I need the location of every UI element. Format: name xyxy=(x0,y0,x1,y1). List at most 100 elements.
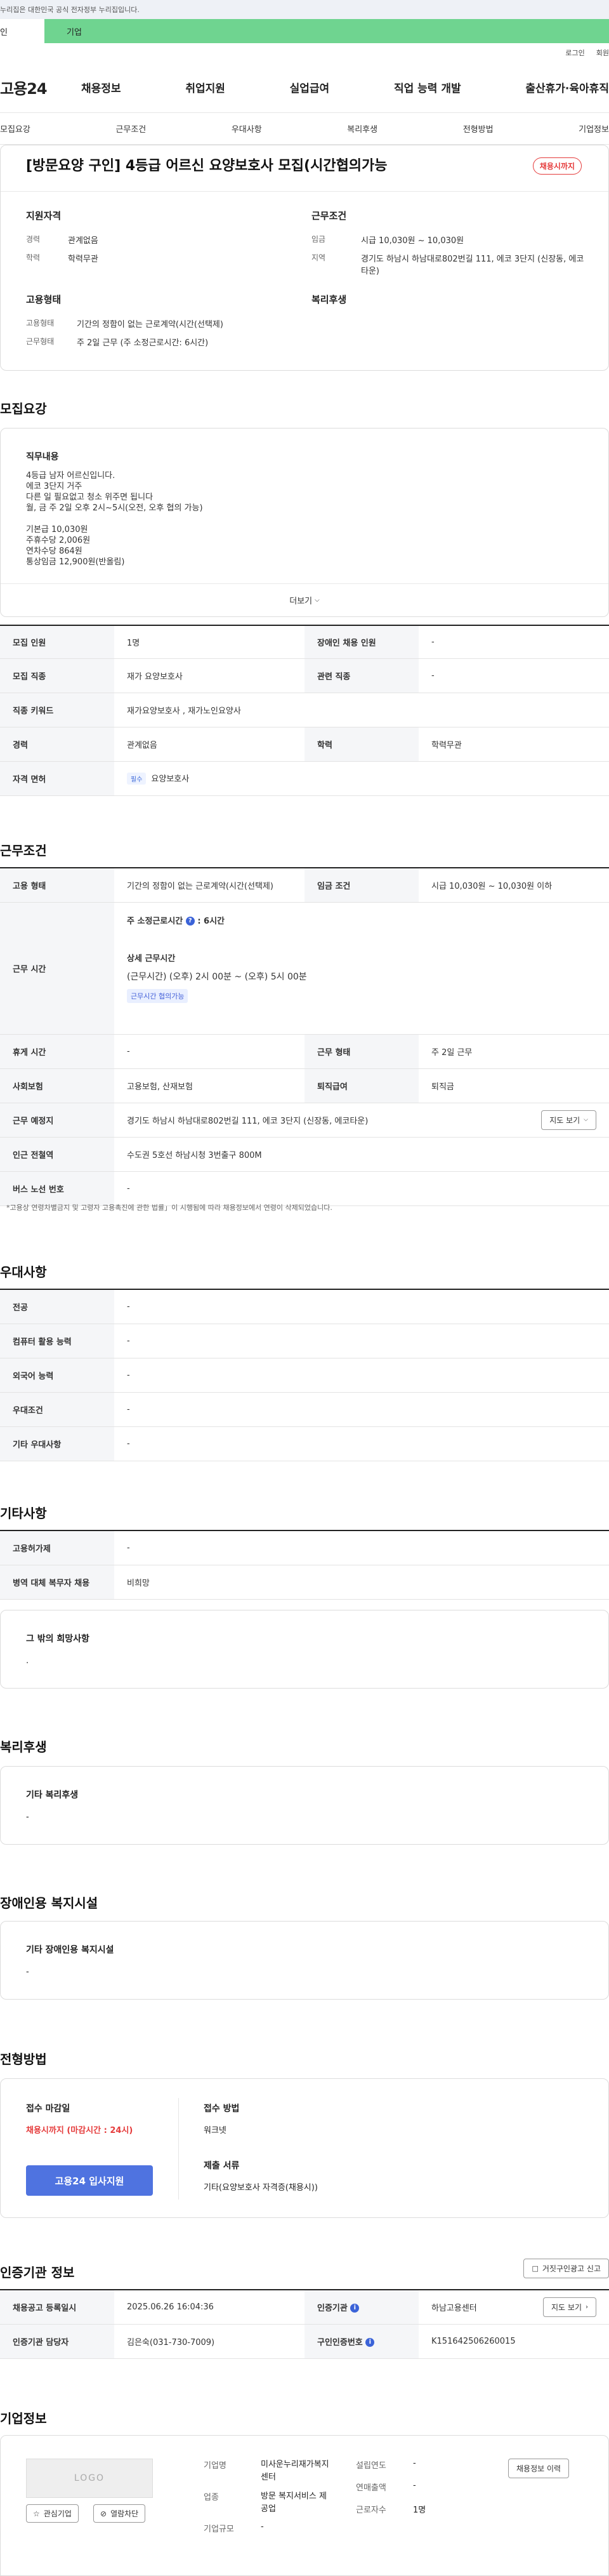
gnb-menu-jobs[interactable]: 채용정보 xyxy=(81,79,121,95)
duty-line: 연차수당 864원 xyxy=(26,547,82,556)
gnb-menu-employment-support[interactable]: 취업지원 xyxy=(185,79,225,95)
login-link[interactable]: 로그인 xyxy=(565,48,584,58)
table-value: - xyxy=(419,658,609,693)
table-label: 버스 노선 번호 xyxy=(0,1171,114,1206)
duty-line: 월, 금 주 2일 오후 2시~5시(오전, 오후 협의 가능) xyxy=(26,503,203,513)
info-icon[interactable]: i xyxy=(350,2304,360,2313)
global-nav: 고용24 채용정보 취업지원 실업급여 직업 능력 개발 출산휴가·육아휴직 xyxy=(0,62,609,113)
welfare-section-heading: 복리후생 xyxy=(0,1739,47,1755)
block-company-button[interactable]: ⊘ 열람차단 xyxy=(93,2504,146,2523)
table-value: 2025.06.26 16:04:36 xyxy=(114,2290,304,2325)
duty-body: 4등급 남자 어르신입니다. 에코 3단지 거주 다른 일 필요없고 청소 위주… xyxy=(26,470,203,568)
company-logo-placeholder: LOGO xyxy=(26,2459,153,2498)
agency-cell: 하남고용센터 지도 보기 › xyxy=(419,2290,609,2325)
favorite-label: 관심기업 xyxy=(43,2509,72,2518)
job-summary-card: [방문요양 구인] 4등급 어르신 요양보호사 모집(시간협의가능 채용시까지 … xyxy=(0,145,609,371)
docs-label: 제출 서류 xyxy=(204,2161,240,2171)
tab-individual[interactable]: 인 xyxy=(0,19,44,43)
company-heading: 기업정보 xyxy=(0,2411,47,2426)
disabled-card: 기타 장애인용 복지시설 - xyxy=(0,1921,609,2000)
more-button[interactable]: 더보기 ⌵ xyxy=(1,583,608,616)
gnb-menu-parental-leave[interactable]: 출산휴가·육아휴직 xyxy=(525,79,609,95)
table-label: 우대조건 xyxy=(0,1392,114,1427)
cert-no-label: 구인인증번호 xyxy=(317,2337,363,2347)
qualification-heading: 지원자격 xyxy=(26,210,62,222)
pref-table: 전공 - 컴퓨터 활용 능력 - 외국어 능력 - 우대조건 - 기타 우대사항 - xyxy=(0,1289,609,1461)
star-icon: ☆ xyxy=(33,2509,40,2518)
apply-button[interactable]: 고용24 입사지원 xyxy=(26,2165,153,2196)
welfare-heading: 복리후생 xyxy=(311,294,347,305)
table-label: 전공 xyxy=(0,1289,114,1324)
table-label: 임금 조건 xyxy=(304,868,419,903)
duty-line: 통상임금 12,900원(반올림) xyxy=(26,557,125,567)
table-value: - xyxy=(114,1358,609,1393)
gnb-menu-unemployment-benefit[interactable]: 실업급여 xyxy=(290,79,330,95)
signup-link[interactable]: 회원 xyxy=(596,48,609,58)
duty-line: 4등급 남자 어르신입니다. xyxy=(26,471,115,481)
anchor-tab-company[interactable]: 기업정보 xyxy=(579,123,609,135)
recruit-table: 모집 인원 1명 장애인 채용 인원 - 모집 직종 재가 요양보호사 관련 직… xyxy=(0,625,609,796)
table-label: 고용 형태 xyxy=(0,868,114,903)
favorite-company-button[interactable]: ☆ 관심기업 xyxy=(26,2504,79,2523)
qual-label: 경력 xyxy=(26,235,41,244)
info-icon[interactable]: i xyxy=(365,2338,375,2347)
table-value: 학력무관 xyxy=(419,727,609,762)
table-label: 구인인증번호 i xyxy=(304,2324,419,2359)
cert-name: 요양보호사 xyxy=(151,774,190,784)
table-label: 자격 면허 xyxy=(0,761,114,796)
company-field-value: 미사운누리재가복지센터 xyxy=(261,2460,329,2482)
employment-type-heading: 고용형태 xyxy=(26,294,62,305)
anchor-tab-welfare[interactable]: 복리후생 xyxy=(347,123,377,135)
table-value: - xyxy=(114,1171,609,1206)
agency-map-button[interactable]: 지도 보기 › xyxy=(543,2297,596,2317)
table-label: 채용공고 등록일시 xyxy=(0,2290,114,2325)
report-button-label: 거짓구인광고 신고 xyxy=(542,2264,601,2273)
detail-title: 상세 근무시간 xyxy=(127,953,176,964)
table-label: 경력 xyxy=(0,727,114,762)
company-field-label: 연매출액 xyxy=(356,2483,386,2493)
table-label: 모집 인원 xyxy=(0,625,114,659)
place-cell: 경기도 하남시 하남대로802번길 111, 에코 3단지 (신장동, 에코타운… xyxy=(114,1103,609,1138)
table-value: 재가요양보호사 , 재가노인요양사 xyxy=(114,693,609,727)
table-value-cert: 필수 요양보호사 xyxy=(114,761,609,796)
job-title: [방문요양 구인] 4등급 어르신 요양보호사 모집(시간협의가능 xyxy=(26,158,388,174)
anchor-tab-selection[interactable]: 전형방법 xyxy=(463,123,494,135)
company-field-value: 1명 xyxy=(413,2506,426,2515)
table-value: 관계없음 xyxy=(114,727,304,762)
table-label: 퇴직급여 xyxy=(304,1068,419,1103)
map-button[interactable]: 지도 보기 ⌵ xyxy=(541,1110,596,1130)
site-logo[interactable]: 고용24 xyxy=(0,76,76,98)
cond-label: 지역 xyxy=(311,253,326,262)
cond-value: 시급 10,030원 ~ 10,030원 xyxy=(361,236,464,246)
table-value: K151642506260015 xyxy=(419,2324,609,2359)
anchor-tab-work[interactable]: 근무조건 xyxy=(115,123,146,135)
table-label: 모집 직종 xyxy=(0,658,114,693)
chevron-right-icon: › xyxy=(586,2303,588,2311)
agency-table: 채용공고 등록일시 2025.06.26 16:04:36 인증기관 i 하남고… xyxy=(0,2289,609,2359)
info-icon[interactable]: ? xyxy=(185,917,195,926)
member-type-bar: 인 기업 xyxy=(0,19,609,43)
anchor-tab-pref[interactable]: 우대사항 xyxy=(232,123,262,135)
more-label: 더보기 xyxy=(289,597,313,606)
anchor-tab-recruit[interactable]: 모집요강 xyxy=(0,123,30,135)
table-label: 인증기관 담당자 xyxy=(0,2324,114,2359)
qual-label: 학력 xyxy=(26,253,41,262)
tab-company[interactable]: 기업 xyxy=(44,19,609,43)
disabled-sub: 기타 장애인용 복지시설 xyxy=(26,1945,114,1955)
recruit-heading: 모집요강 xyxy=(0,401,47,416)
gnb-menu-vocational-training[interactable]: 직업 능력 개발 xyxy=(394,79,461,95)
report-button[interactable]: □ 거짓구인광고 신고 xyxy=(523,2259,609,2278)
table-value: - xyxy=(114,1530,609,1565)
company-field-value: 방문 복지서비스 제공업 xyxy=(261,2492,327,2514)
job-history-button[interactable]: 채용정보 이력 xyxy=(508,2459,570,2478)
duty-line: 주휴수당 2,006원 xyxy=(26,536,91,545)
duty-line: 기본급 10,030원 xyxy=(26,525,88,534)
emp-label: 고용형태 xyxy=(26,319,55,328)
welfare-value: - xyxy=(26,1812,29,1822)
document-icon: □ xyxy=(532,2264,539,2273)
emp-value: 기간의 정함이 없는 근로계약(시간(선택제) xyxy=(77,320,223,329)
block-label: 열람차단 xyxy=(110,2509,139,2518)
method-label: 접수 방법 xyxy=(204,2104,240,2114)
emp-value: 주 2일 근무 (주 소정근로시간: 6시간) xyxy=(77,338,209,348)
company-fields-2: 설립연도 - 연매출액 - 근로자수 1명 xyxy=(356,2459,457,2515)
